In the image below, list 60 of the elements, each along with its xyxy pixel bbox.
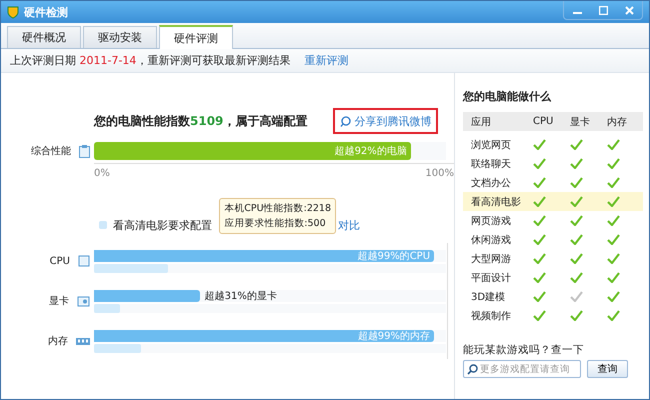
capability-row[interactable]: 休闲游戏 <box>463 230 643 249</box>
column-header: 应用 <box>471 116 492 128</box>
search-icon <box>467 364 478 374</box>
shield-icon <box>7 6 19 18</box>
app-name: 联络聊天 <box>471 158 512 170</box>
score-bar: 超越99%的内存 <box>94 330 434 342</box>
app-name: 视频制作 <box>471 310 512 322</box>
column-header: CPU <box>533 116 554 127</box>
capability-row[interactable]: 看高清电影 <box>463 192 643 211</box>
app-name: 看高清电影 <box>471 196 522 208</box>
capability-row[interactable]: 网页游戏 <box>463 211 643 230</box>
close-icon <box>624 6 634 14</box>
minimize-icon <box>572 12 582 14</box>
tab[interactable]: 硬件评测 <box>159 25 233 49</box>
capability-row[interactable]: 平面设计 <box>463 268 643 287</box>
share-link[interactable]: 分享到腾讯微博 <box>333 108 438 134</box>
capability-row[interactable]: 浏览网页 <box>463 135 643 154</box>
axis-label: 0% <box>94 168 110 179</box>
overall-bar: 超越92%的电脑 <box>94 142 411 160</box>
column-header: 显卡 <box>570 116 591 128</box>
compare-link[interactable]: 对比 <box>338 218 360 232</box>
capability-row[interactable]: 文档办公 <box>463 173 643 192</box>
app-name: 3D建模 <box>471 290 506 304</box>
memory-icon <box>76 338 90 344</box>
query-label: 能玩某款游戏吗？查一下 <box>463 343 585 357</box>
tooltip-line: 本机CPU性能指数:2218 <box>224 202 331 216</box>
app-name: 网页游戏 <box>471 214 512 228</box>
tab[interactable]: 驱动安装 <box>83 26 157 48</box>
app-name: 浏览网页 <box>471 138 512 152</box>
last-test-text: 上次评测日期 2011-7-14，重新评测可获取最新评测结果 <box>10 53 290 68</box>
retest-link[interactable]: 重新评测 <box>304 53 348 68</box>
axis-label: 100% <box>425 168 454 179</box>
app-name: 平面设计 <box>471 272 512 284</box>
app-name: 文档办公 <box>471 176 512 190</box>
capability-row[interactable]: 大型网游 <box>463 249 643 268</box>
legend-swatch <box>99 221 107 229</box>
row-label: 内存 <box>48 334 68 348</box>
row-label: CPU <box>50 256 70 266</box>
app-name: 休闲游戏 <box>471 234 512 246</box>
capability-row[interactable]: 3D建模 <box>463 287 643 306</box>
search-field[interactable]: 更多游戏配置请查询 <box>463 360 581 378</box>
tab[interactable]: 硬件概况 <box>7 26 81 48</box>
row-label: 显卡 <box>49 294 69 308</box>
panel-title: 您的电脑能做什么 <box>463 89 552 104</box>
graphics-card-icon <box>77 296 90 306</box>
clipboard-icon <box>79 144 90 158</box>
bar-reading: 超越31%的显卡 <box>204 290 277 302</box>
column-header: 内存 <box>607 116 628 128</box>
tooltip-line: 应用要求性能指数:500 <box>224 216 327 230</box>
score-bar: 超越99%的CPU <box>94 250 434 262</box>
score-heading: 您的电脑性能指数5109，属于高端配置 <box>94 112 308 130</box>
maximize-icon <box>598 6 608 14</box>
capability-row[interactable]: 联络聊天 <box>463 154 643 173</box>
row-label: 综合性能 <box>31 144 71 158</box>
legend-label: 看高清电影要求配置 <box>113 218 212 232</box>
capability-row[interactable]: 视频制作 <box>463 306 643 325</box>
query-button[interactable]: 查询 <box>587 360 628 378</box>
window-title: 硬件检测 <box>24 4 69 20</box>
chip-icon <box>78 255 90 267</box>
app-name: 大型网游 <box>471 252 512 266</box>
